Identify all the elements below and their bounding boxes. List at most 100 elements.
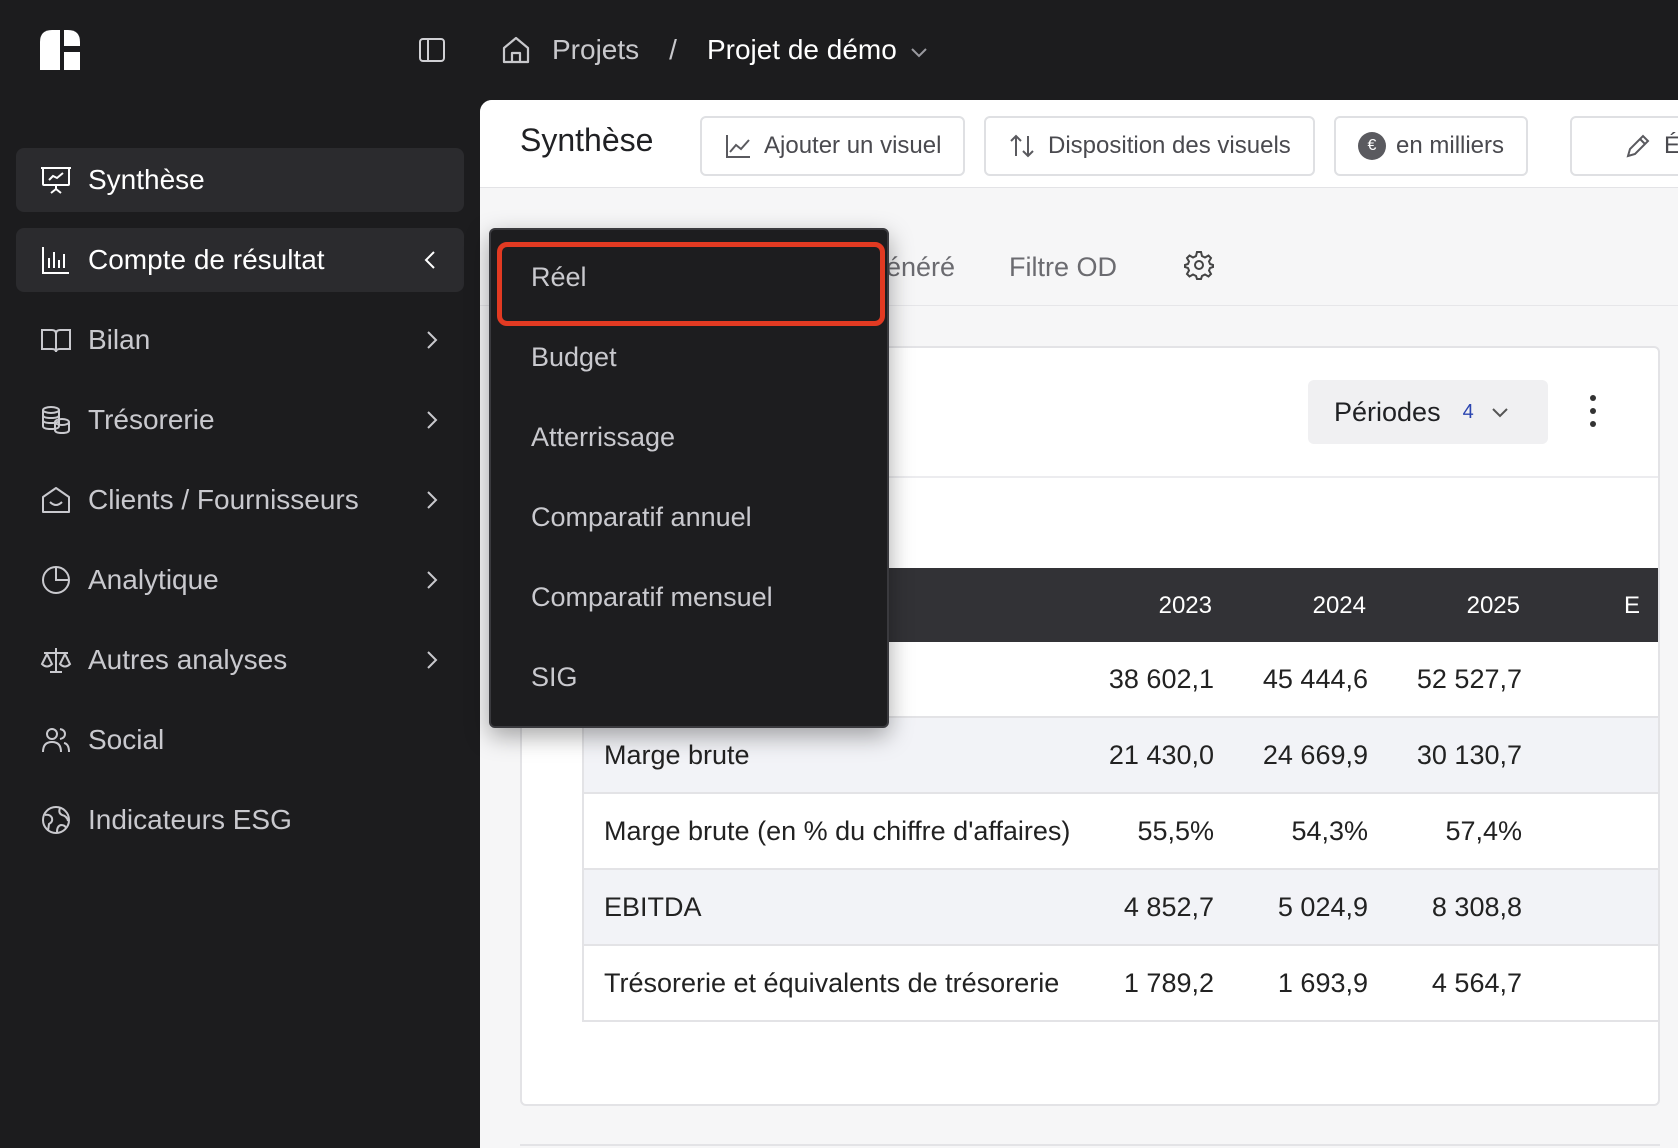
sidebar-item-compte-de-resultat[interactable]: Compte de résultat (16, 228, 464, 292)
sidebar-item-label: Bilan (88, 324, 151, 355)
cell-value: 45 444,6 (1262, 664, 1368, 694)
add-visual-button[interactable]: Ajouter un visuel (700, 116, 966, 176)
more-options-icon[interactable] (1588, 394, 1598, 428)
chevron-right-icon[interactable] (420, 329, 442, 351)
table-row: EBITDA 4 852,7 5 024,9 8 308,8 (582, 870, 1658, 946)
column-header-year: 2025 (1466, 592, 1520, 619)
sidebar-item-label: Analytique (88, 564, 219, 595)
row-label: Marge brute (604, 740, 750, 770)
cell-value: 1 693,9 (1277, 968, 1368, 998)
scale-icon (40, 648, 72, 673)
sort-arrows-icon (1010, 134, 1034, 158)
cell-value: 55,5% (1137, 816, 1214, 846)
sidebar-item-analytique[interactable]: Analytique (16, 548, 464, 612)
tab-filtre-od[interactable]: Filtre OD (1009, 252, 1117, 283)
gear-icon[interactable] (1184, 250, 1214, 280)
globe-icon (42, 806, 70, 834)
sidebar-item-bilan[interactable]: Bilan (16, 308, 464, 372)
sidebar-item-label: Synthèse (88, 164, 205, 195)
units-label: en milliers (1396, 132, 1505, 159)
table-row: Marge brute (en % du chiffre d'affaires)… (582, 794, 1658, 870)
chevron-left-icon[interactable] (420, 249, 442, 271)
table-row: Marge brute 21 430,0 24 669,9 30 130,7 (582, 718, 1658, 794)
menu-item-sig[interactable]: SIG (531, 662, 578, 693)
coins-icon (42, 406, 70, 435)
menu-item-budget[interactable]: Budget (531, 342, 617, 373)
column-header-year: 2024 (1312, 592, 1366, 619)
pie-chart-icon (42, 566, 70, 594)
line-chart-icon (726, 135, 750, 158)
layout-visuals-button[interactable]: Disposition des visuels (984, 116, 1315, 176)
edit-button[interactable]: É (1570, 116, 1678, 176)
home-icon[interactable] (500, 34, 532, 66)
view-type-dropdown-menu: Réel Budget Atterrissage Comparatif annu… (489, 228, 889, 728)
sidebar-item-social[interactable]: Social (16, 708, 464, 772)
top-bar: Projets / Projet de démo (0, 0, 1678, 100)
cell-value: 4 564,7 (1431, 968, 1522, 998)
bar-chart-icon (42, 247, 69, 274)
cell-value: 1 789,2 (1123, 968, 1214, 998)
chevron-down-icon[interactable] (909, 42, 929, 62)
cell-value: 5 024,9 (1277, 892, 1368, 922)
column-header-year: 2023 (1158, 592, 1212, 619)
edit-label: É (1664, 132, 1678, 159)
sidebar-item-label: Clients / Fournisseurs (88, 484, 359, 515)
breadcrumb-projects[interactable]: Projets (552, 34, 639, 66)
column-header-year: E (1623, 592, 1640, 619)
row-label: Marge brute (en % du chiffre d'affaires) (604, 816, 1071, 846)
cell-value: 24 669,9 (1262, 740, 1368, 770)
sidebar-item-indicateurs-esg[interactable]: Indicateurs ESG (16, 788, 464, 852)
cell-value: 38 602,1 (1108, 664, 1214, 694)
menu-item-reel[interactable]: Réel (531, 262, 587, 293)
chevron-down-icon (1491, 408, 1508, 418)
breadcrumb: Projets / Projet de démo (500, 28, 929, 72)
sidebar-item-label: Trésorerie (88, 404, 215, 435)
tab-genere[interactable]: énéré (886, 252, 955, 283)
sidebar-item-label: Autres analyses (88, 644, 288, 675)
cell-value: 57,4% (1445, 816, 1522, 846)
book-icon (41, 329, 71, 353)
cell-value: 21 430,0 (1108, 740, 1214, 770)
table-row: Trésorerie et équivalents de trésorerie … (582, 946, 1658, 1022)
sidebar-item-clients-fournisseurs[interactable]: Clients / Fournisseurs (16, 468, 464, 532)
add-visual-label: Ajouter un visuel (764, 132, 942, 159)
sidebar-toggle-icon[interactable] (418, 36, 446, 64)
cell-value: 30 130,7 (1416, 740, 1522, 770)
menu-item-comparatif-mensuel[interactable]: Comparatif mensuel (531, 582, 773, 613)
main-header: Synthèse Ajouter un visuel Disposition d… (480, 100, 1678, 188)
chevron-right-icon[interactable] (420, 489, 442, 511)
chevron-right-icon[interactable] (420, 649, 442, 671)
house-icon (42, 487, 70, 513)
euro-icon: € (1358, 132, 1386, 160)
page-title: Synthèse (520, 122, 654, 158)
cell-value: 4 852,7 (1123, 892, 1214, 922)
chevron-right-icon[interactable] (420, 569, 442, 591)
presentation-icon (41, 167, 71, 194)
sidebar-item-autres-analyses[interactable]: Autres analyses (16, 628, 464, 692)
menu-item-atterrissage[interactable]: Atterrissage (531, 422, 675, 453)
sidebar-item-label: Compte de résultat (88, 244, 325, 275)
periods-dropdown[interactable]: Périodes 4 (1308, 380, 1548, 444)
pencil-icon (1626, 134, 1650, 158)
chevron-right-icon[interactable] (420, 409, 442, 431)
cell-value: 54,3% (1291, 816, 1368, 846)
layout-visuals-label: Disposition des visuels (1048, 132, 1291, 159)
users-icon (42, 728, 70, 753)
cell-value: 52 527,7 (1416, 664, 1522, 694)
sidebar-item-label: Indicateurs ESG (88, 804, 292, 835)
divider (520, 1144, 1660, 1146)
app-logo[interactable] (40, 30, 80, 70)
cell-value: 8 308,8 (1431, 892, 1522, 922)
sidebar-item-tresorerie[interactable]: Trésorerie (16, 388, 464, 452)
periods-label: Périodes (1334, 396, 1441, 427)
sidebar-item-label: Social (88, 724, 165, 755)
units-button[interactable]: € en milliers (1334, 116, 1529, 176)
sidebar: Synthèse Compte de résultat Bilan Trésor… (16, 148, 464, 868)
row-label: Trésorerie et équivalents de trésorerie (604, 968, 1060, 998)
row-label: EBITDA (604, 892, 702, 922)
periods-count: 4 (1462, 400, 1474, 423)
breadcrumb-current-project[interactable]: Projet de démo (707, 34, 897, 66)
sidebar-item-synthese[interactable]: Synthèse (16, 148, 464, 212)
menu-item-comparatif-annuel[interactable]: Comparatif annuel (531, 502, 752, 533)
breadcrumb-separator: / (669, 34, 677, 65)
